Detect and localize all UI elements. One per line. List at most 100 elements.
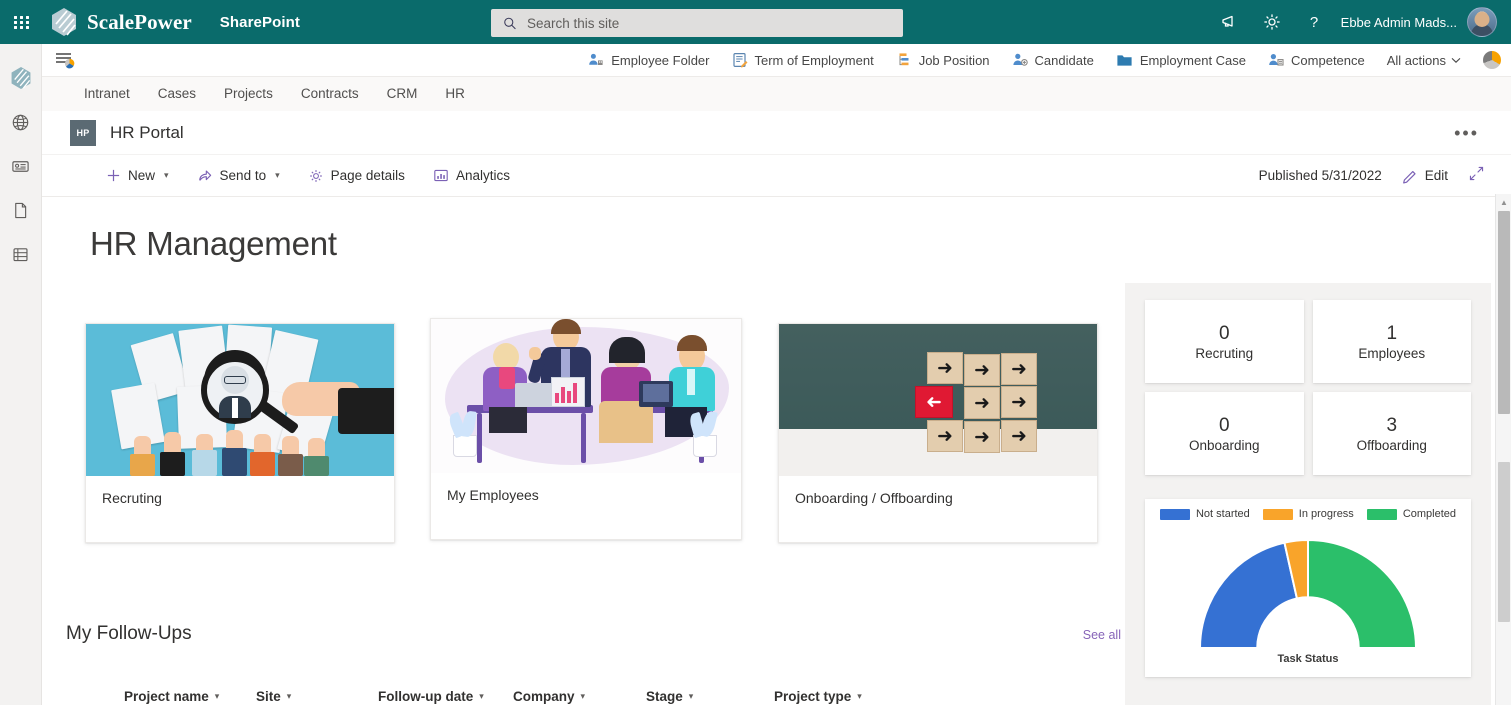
- action-label: Competence: [1291, 53, 1365, 68]
- scroll-up-arrow-icon[interactable]: ▲: [1496, 194, 1511, 210]
- kpi-tile-recruting[interactable]: 0 Recruting: [1145, 300, 1304, 383]
- column-header-site[interactable]: Site ▾: [256, 689, 378, 704]
- app-menu-icon[interactable]: [42, 50, 88, 70]
- suite-app-name: SharePoint: [220, 14, 300, 31]
- sitenav-item-crm[interactable]: CRM: [373, 77, 432, 111]
- share-icon: [197, 168, 213, 183]
- sitenav-item-contracts[interactable]: Contracts: [287, 77, 373, 111]
- action-candidate[interactable]: Candidate: [1012, 52, 1094, 68]
- analytics-icon: [433, 168, 449, 183]
- action-employee-folder[interactable]: Employee Folder: [588, 52, 709, 68]
- gauge-svg: [1178, 530, 1438, 662]
- card-body: My Employees: [431, 473, 741, 539]
- arrow-right-glyph: ➜: [937, 427, 953, 446]
- arrow-left-glyph: ➜: [926, 393, 942, 412]
- rail-item-lists[interactable]: [0, 232, 42, 276]
- page-canvas: HR Management: [42, 197, 1495, 705]
- hierarchy-icon: [896, 52, 912, 68]
- site-more-options-icon[interactable]: •••: [1454, 128, 1479, 138]
- waffle-grid: [14, 16, 30, 29]
- column-header-project-type[interactable]: Project type ▾: [774, 689, 914, 704]
- column-header-company[interactable]: Company ▾: [513, 689, 646, 704]
- chart-title: Task Status: [1145, 653, 1471, 665]
- kpi-tile-offboarding[interactable]: 3 Offboarding: [1313, 392, 1472, 475]
- action-label: Employee Folder: [611, 53, 709, 68]
- sitenav-item-intranet[interactable]: Intranet: [70, 77, 144, 111]
- all-actions-label: All actions: [1387, 53, 1446, 68]
- recruiting-illustration: [86, 324, 394, 476]
- team-meeting-illustration: [431, 319, 741, 473]
- follow-ups-table-header: Project name ▾ Site ▾ Follow-up date ▾ C…: [66, 689, 1121, 704]
- scalepower-app-icon[interactable]: [1483, 51, 1501, 69]
- column-header-follow-up-date[interactable]: Follow-up date ▾: [378, 689, 513, 704]
- action-competence[interactable]: Competence: [1268, 52, 1365, 68]
- action-label: Employment Case: [1140, 53, 1246, 68]
- document-icon: [11, 201, 30, 220]
- avatar[interactable]: [1467, 7, 1497, 37]
- card-label: Recruting: [86, 476, 394, 506]
- analytics-button[interactable]: Analytics: [429, 164, 514, 187]
- page-title-breadcrumb[interactable]: HR Portal: [110, 123, 184, 143]
- brand-name: ScalePower: [87, 10, 192, 35]
- hero-card-my-employees[interactable]: My Employees: [430, 318, 742, 540]
- rail-item-scalepower-logo[interactable]: [0, 56, 42, 100]
- person-folder-icon: [588, 52, 604, 68]
- hero-web-part: Recruting: [85, 323, 1140, 543]
- search-box[interactable]: [491, 9, 903, 37]
- action-term-of-employment[interactable]: Term of Employment: [732, 52, 874, 68]
- gauge-slice-completed[interactable]: [1308, 540, 1416, 648]
- search-input[interactable]: [525, 15, 895, 32]
- send-to-button[interactable]: Send to ▾: [193, 164, 284, 187]
- brand-link[interactable]: ScalePower: [50, 7, 192, 37]
- sitenav-item-projects[interactable]: Projects: [210, 77, 287, 111]
- fullscreen-icon[interactable]: [1468, 165, 1485, 187]
- rail-item-documents[interactable]: [0, 188, 42, 232]
- hero-card-onboarding-offboarding[interactable]: ➜ ➜ ➜ ➜ ➜ ➜ ➜ ➜ ➜ Onboarding / Offboardi…: [778, 323, 1098, 543]
- chevron-down-icon: ▾: [287, 691, 292, 702]
- new-button[interactable]: New ▾: [102, 164, 173, 187]
- edit-button[interactable]: Edit: [1398, 164, 1452, 188]
- app-launcher-icon[interactable]: [0, 0, 44, 44]
- arrow-blocks-photo: ➜ ➜ ➜ ➜ ➜ ➜ ➜ ➜ ➜: [779, 324, 1097, 476]
- help-icon[interactable]: ?: [1293, 0, 1335, 44]
- page-scrollbar[interactable]: ▲: [1495, 194, 1511, 705]
- legend-item-in-progress[interactable]: In progress: [1263, 508, 1354, 520]
- sitenav-item-cases[interactable]: Cases: [144, 77, 210, 111]
- all-actions-dropdown[interactable]: All actions: [1387, 53, 1461, 68]
- gauge-slice-not-started[interactable]: [1200, 543, 1297, 648]
- see-all-link[interactable]: See all: [1083, 628, 1121, 642]
- action-job-position[interactable]: Job Position: [896, 52, 990, 68]
- legend-item-completed[interactable]: Completed: [1367, 508, 1456, 520]
- kpi-tile-employees[interactable]: 1 Employees: [1313, 300, 1472, 383]
- legend-item-not-started[interactable]: Not started: [1160, 508, 1250, 520]
- gear-icon[interactable]: [1251, 0, 1293, 44]
- site-logo[interactable]: HP: [70, 120, 96, 146]
- kpi-tile-onboarding[interactable]: 0 Onboarding: [1145, 392, 1304, 475]
- column-label: Project name: [124, 689, 209, 704]
- scrollbar-thumb[interactable]: [1498, 211, 1510, 414]
- arrow-right-glyph: ➜: [974, 428, 990, 447]
- my-follow-ups-web-part: My Follow-Ups See all Project name ▾ Sit…: [66, 623, 1121, 704]
- kpi-value: 1: [1386, 322, 1397, 346]
- scrollbar-thumb-secondary[interactable]: [1498, 462, 1510, 622]
- action-label: Candidate: [1035, 53, 1094, 68]
- action-employment-case[interactable]: Employment Case: [1116, 52, 1246, 68]
- sitenav-item-hr[interactable]: HR: [431, 77, 479, 111]
- hero-card-recruting[interactable]: Recruting: [85, 323, 395, 543]
- rail-item-news[interactable]: [0, 144, 42, 188]
- person-card-icon: [1268, 52, 1284, 68]
- folder-icon: [1116, 52, 1133, 68]
- user-name[interactable]: Ebbe Admin Mads...: [1335, 15, 1467, 30]
- card-label: My Employees: [431, 473, 741, 503]
- column-header-project-name[interactable]: Project name ▾: [124, 689, 256, 704]
- document-edit-icon: [732, 52, 748, 68]
- column-label: Site: [256, 689, 281, 704]
- task-status-gauge[interactable]: [1145, 530, 1471, 662]
- page-details-button[interactable]: Page details: [304, 164, 409, 188]
- feedback-megaphone-icon[interactable]: [1209, 0, 1251, 44]
- new-label: New: [128, 168, 155, 183]
- follow-ups-title: My Follow-Ups: [66, 623, 192, 645]
- scalepower-logo-icon: [50, 7, 78, 37]
- column-header-stage[interactable]: Stage ▾: [646, 689, 774, 704]
- rail-item-intranet[interactable]: [0, 100, 42, 144]
